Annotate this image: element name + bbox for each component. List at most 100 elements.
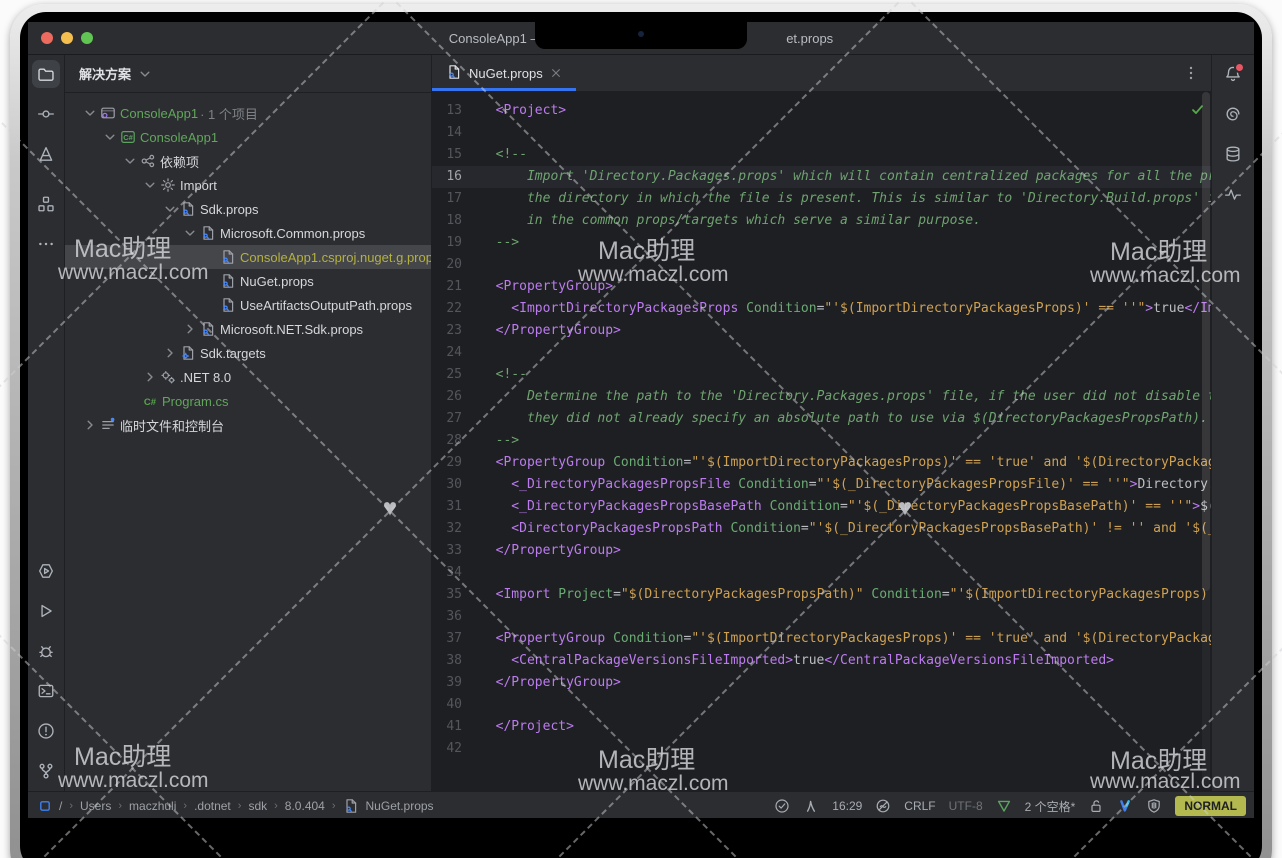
close-tab-icon[interactable] [550, 67, 562, 79]
code-line-17[interactable]: 17 the directory in which the file is pr… [432, 188, 1211, 210]
tree-row--net-8-0[interactable]: .NET 8.0 [65, 365, 431, 389]
tree-row-nuget-props[interactable]: NuGet.props [65, 269, 431, 293]
code-line-18[interactable]: 18 in the common props/targets which ser… [432, 210, 1211, 232]
tree-row-consoleapp1[interactable]: C#ConsoleApp1 [65, 125, 431, 149]
lock-open-icon[interactable] [1088, 798, 1104, 814]
code-line-36[interactable]: 36 [432, 606, 1211, 628]
code-line-37[interactable]: 37 <PropertyGroup Condition="'$(ImportDi… [432, 628, 1211, 650]
tree-row-sdk-props[interactable]: Sdk.props [65, 197, 431, 221]
caret-position[interactable]: 16:29 [832, 799, 862, 813]
tree-row-consoleapp1-csproj-nuget-g-props[interactable]: ConsoleApp1.csproj.nuget.g.props [65, 245, 431, 269]
code-line-33[interactable]: 33 </PropertyGroup> [432, 540, 1211, 562]
tree-row-microsoft-common-props[interactable]: Microsoft.Common.props [65, 221, 431, 245]
breadcrumb-item[interactable]: 8.0.404 [285, 799, 325, 813]
chevron-right-icon[interactable] [81, 417, 99, 433]
structure-icon[interactable] [32, 190, 60, 218]
code-line-29[interactable]: 29 <PropertyGroup Condition="'$(ImportDi… [432, 452, 1211, 474]
tab-nuget-props[interactable]: NuGet.props [432, 55, 576, 91]
code-line-32[interactable]: 32 <DirectoryPackagesPropsPath Condition… [432, 518, 1211, 540]
code-line-34[interactable]: 34 [432, 562, 1211, 584]
chevron-right-icon[interactable] [141, 369, 159, 385]
vim-logo-icon[interactable] [1117, 798, 1133, 814]
tree-row-useartifactsoutputpath-props[interactable]: UseArtifactsOutputPath.props [65, 293, 431, 317]
close-window-button[interactable] [41, 32, 53, 44]
code-line-40[interactable]: 40 [432, 694, 1211, 716]
chevron-down-icon[interactable] [121, 153, 139, 169]
indent-style[interactable]: 2 个空格* [1025, 798, 1076, 815]
problems-icon[interactable] [32, 717, 60, 745]
code-line-19[interactable]: 19 --> [432, 232, 1211, 254]
line-number: 20 [432, 254, 470, 276]
profiler-icon[interactable] [32, 557, 60, 585]
breadcrumb-item[interactable]: .dotnet [194, 799, 231, 813]
breadcrumb-item[interactable]: NuGet.props [366, 799, 434, 813]
ai-pyramid-icon[interactable] [32, 140, 60, 168]
lambda-icon[interactable] [803, 798, 819, 814]
code-line-12[interactable]: 12 [432, 92, 1211, 100]
line-ending[interactable]: CRLF [904, 799, 935, 813]
tree-row-microsoft-net-sdk-props[interactable]: Microsoft.NET.Sdk.props [65, 317, 431, 341]
git-branch-icon[interactable] [32, 757, 60, 785]
zoom-window-button[interactable] [81, 32, 93, 44]
database-icon[interactable] [1219, 140, 1247, 168]
chevron-down-icon[interactable] [81, 105, 99, 121]
run-icon[interactable] [32, 597, 60, 625]
code-line-24[interactable]: 24 [432, 342, 1211, 364]
code-line-23[interactable]: 23 </PropertyGroup> [432, 320, 1211, 342]
tree-row-program-cs[interactable]: C#Program.cs [65, 389, 431, 413]
code-line-26[interactable]: 26 Determine the path to the 'Directory.… [432, 386, 1211, 408]
code-line-42[interactable]: 42 [432, 738, 1211, 760]
bell-icon[interactable] [1219, 60, 1247, 88]
chevron-right-icon[interactable] [161, 345, 179, 361]
terminal-icon[interactable] [32, 677, 60, 705]
code-line-28[interactable]: 28 --> [432, 430, 1211, 452]
pulse-icon[interactable] [1219, 180, 1247, 208]
commit-icon[interactable] [32, 100, 60, 128]
code-line-13[interactable]: 13 <Project> [432, 100, 1211, 122]
inspection-triangle-icon[interactable] [996, 798, 1012, 814]
sync-status-icon[interactable] [774, 798, 790, 814]
chevron-right-icon[interactable] [181, 321, 199, 337]
file-encoding[interactable]: UTF-8 [949, 799, 983, 813]
code-line-21[interactable]: 21 <PropertyGroup> [432, 276, 1211, 298]
more-icon[interactable] [32, 230, 60, 258]
tree-row-consoleapp1[interactable]: ConsoleApp1 · 1 个项目 [65, 101, 431, 125]
code-line-27[interactable]: 27 they did not already specify an absol… [432, 408, 1211, 430]
code-line-25[interactable]: 25 <!-- [432, 364, 1211, 386]
breadcrumb-item[interactable]: maczhuli [129, 799, 176, 813]
chevron-down-icon[interactable] [161, 201, 179, 217]
chevron-down-icon[interactable] [101, 129, 119, 145]
code-line-38[interactable]: 38 <CentralPackageVersionsFileImported>t… [432, 650, 1211, 672]
code-editor[interactable]: 1213 <Project>1415 <!--16 Import 'Direct… [432, 92, 1211, 791]
chevron-down-icon[interactable] [141, 177, 159, 193]
tree-row-sdk-targets[interactable]: Sdk.targets [65, 341, 431, 365]
code-line-39[interactable]: 39 </PropertyGroup> [432, 672, 1211, 694]
ai-assistant-icon[interactable] [1219, 100, 1247, 128]
shield-icon[interactable] [1146, 798, 1162, 814]
code-line-14[interactable]: 14 [432, 122, 1211, 144]
minimize-window-button[interactable] [61, 32, 73, 44]
code-line-30[interactable]: 30 <_DirectoryPackagesPropsFile Conditio… [432, 474, 1211, 496]
highlight-off-icon[interactable] [875, 798, 891, 814]
code-line-16[interactable]: 16 Import 'Directory.Packages.props' whi… [432, 166, 1211, 188]
code-line-41[interactable]: 41 </Project> [432, 716, 1211, 738]
folder-icon[interactable] [32, 60, 60, 88]
tool-window-header[interactable]: 解决方案 [65, 55, 431, 93]
scrollbar-thumb[interactable] [1202, 92, 1210, 591]
code-line-35[interactable]: 35 <Import Project="$(DirectoryPackagesP… [432, 584, 1211, 606]
breadcrumb-item[interactable]: / [59, 799, 62, 813]
vim-mode-badge[interactable]: NORMAL [1175, 796, 1246, 816]
breadcrumb-item[interactable]: sdk [248, 799, 267, 813]
tree-row-import[interactable]: Import [65, 173, 431, 197]
code-line-20[interactable]: 20 [432, 254, 1211, 276]
code-line-15[interactable]: 15 <!-- [432, 144, 1211, 166]
tree-row-依赖项[interactable]: 依赖项 [65, 149, 431, 173]
editor-scrollbar[interactable] [1202, 92, 1210, 785]
chevron-down-icon[interactable] [181, 225, 199, 241]
code-line-22[interactable]: 22 <ImportDirectoryPackagesProps Conditi… [432, 298, 1211, 320]
code-line-31[interactable]: 31 <_DirectoryPackagesPropsBasePath Cond… [432, 496, 1211, 518]
debug-icon[interactable] [32, 637, 60, 665]
tree-row-临时文件和控制台[interactable]: 临时文件和控制台 [65, 413, 431, 437]
kebab-menu-icon[interactable] [1183, 65, 1199, 81]
breadcrumb-item[interactable]: Users [80, 799, 111, 813]
